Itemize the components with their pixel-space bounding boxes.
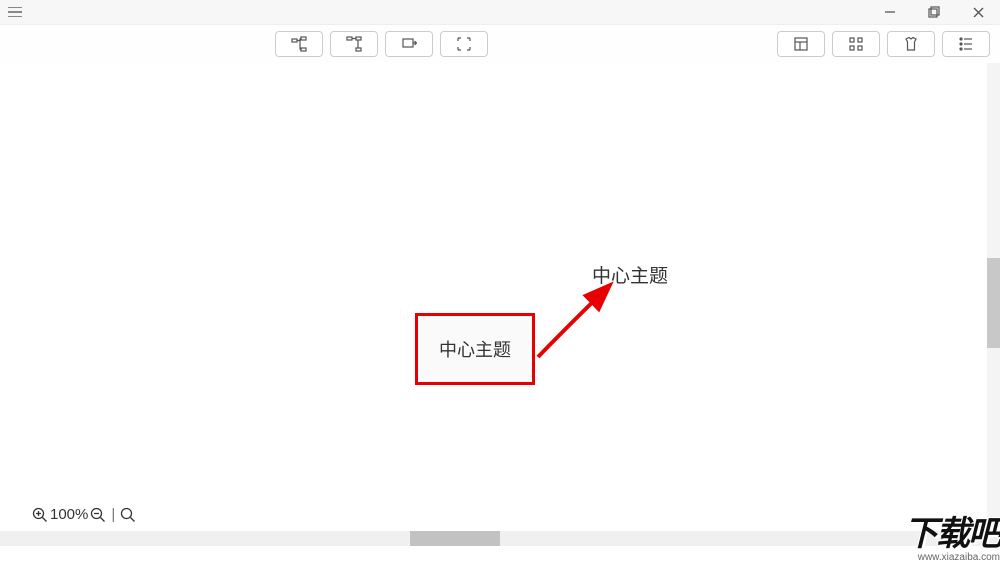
floating-topic-node[interactable]: 中心主题	[592, 261, 668, 288]
zoom-divider: |	[111, 506, 115, 523]
titlebar	[0, 0, 1000, 25]
toolbar-center-group	[275, 31, 488, 57]
floating-topic-label: 中心主题	[592, 266, 668, 287]
annotation-arrow-icon	[530, 279, 625, 361]
mindmap-canvas[interactable]: 中心主题 中心主题	[0, 63, 1000, 530]
zoom-controls: 100% |	[32, 506, 136, 523]
hamburger-menu-icon[interactable]	[0, 0, 30, 25]
horizontal-scroll-thumb[interactable]	[410, 531, 500, 546]
insert-child-button[interactable]	[275, 31, 323, 57]
window-controls	[868, 0, 1000, 24]
maximize-button[interactable]	[912, 0, 956, 25]
insert-floating-button[interactable]	[385, 31, 433, 57]
watermark-url: www.xiazaiba.com	[918, 552, 1000, 563]
zoom-in-icon[interactable]	[32, 507, 48, 523]
vertical-scroll-thumb[interactable]	[987, 258, 1000, 348]
toolbar	[0, 25, 1000, 63]
outline-button[interactable]	[942, 31, 990, 57]
selection-frame-button[interactable]	[440, 31, 488, 57]
vertical-scrollbar[interactable]	[987, 63, 1000, 530]
horizontal-scrollbar[interactable]	[0, 531, 1000, 546]
minimize-button[interactable]	[868, 0, 912, 25]
close-button[interactable]	[956, 0, 1000, 25]
layout-view-button[interactable]	[777, 31, 825, 57]
grid-apps-button[interactable]	[832, 31, 880, 57]
center-topic-label: 中心主题	[439, 336, 511, 362]
zoom-fit-icon[interactable]	[120, 507, 136, 523]
toolbar-right-group	[777, 31, 990, 57]
insert-sibling-button[interactable]	[330, 31, 378, 57]
center-topic-node[interactable]: 中心主题	[415, 313, 535, 385]
zoom-level-label: 100%	[50, 506, 88, 523]
zoom-out-icon[interactable]	[90, 507, 106, 523]
theme-button[interactable]	[887, 31, 935, 57]
